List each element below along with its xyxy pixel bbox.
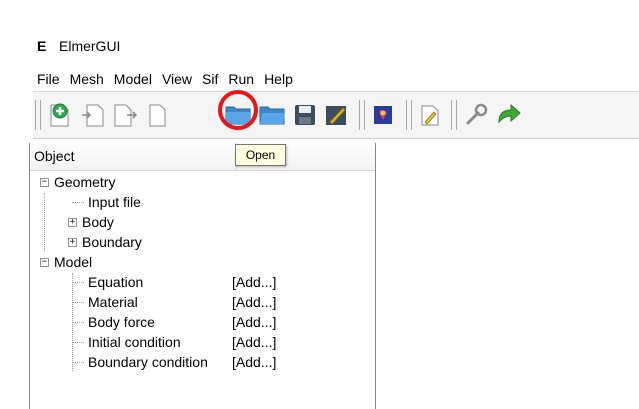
toolbar-grip[interactable] [35,100,41,130]
tree-item-model[interactable]: − Model [40,252,92,272]
add-body-force-link[interactable]: [Add...] [232,312,276,332]
menu-bar: File Mesh Model View Sif Run Help [33,67,639,92]
tree-item-label: Boundary condition [88,354,208,370]
toolbar [33,92,639,139]
menu-sif[interactable]: Sif [197,68,223,90]
tree-item-body-force[interactable]: Body force [Add...] [72,312,372,332]
menu-mesh[interactable]: Mesh [65,68,109,90]
edit-sif-icon [421,105,439,126]
model-icon [374,106,392,124]
tree-item-boundary-condition[interactable]: Boundary condition [Add...] [72,352,372,372]
open-folder-icon [259,106,285,125]
column-header-object[interactable]: Object [30,143,237,170]
settings-button[interactable] [461,100,491,130]
model-button[interactable] [368,100,398,130]
tree-branch [72,301,84,303]
tree-item-body[interactable]: + Body [68,212,114,232]
menu-run[interactable]: Run [223,68,259,90]
toolbar-separator [359,100,365,130]
tree-item-label: Body [82,214,114,230]
tree-item-input-file[interactable]: Input file [72,192,141,212]
menu-file[interactable]: File [33,68,65,90]
tree-branch [72,281,84,283]
elmer-app-icon: E [37,38,47,54]
save-project-button[interactable] [110,100,140,130]
tree-item-label: Geometry [54,174,116,190]
add-equation-link[interactable]: [Add...] [232,272,276,292]
tree-item-label: Equation [88,274,144,290]
new-project-button[interactable] [45,100,75,130]
object-tree: Object − Geometry Input file + Body + Bo… [29,143,376,409]
add-boundary-condition-link[interactable]: [Add...] [232,352,276,372]
tree-item-material[interactable]: Material [Add...] [72,292,372,312]
highlight-circle [218,90,258,130]
edit-button[interactable] [321,100,351,130]
tree-branch [72,341,84,343]
menu-view[interactable]: View [157,68,197,90]
toolbar-separator-3 [451,100,457,130]
open-project-button[interactable] [78,100,108,130]
save-project-icon [114,104,138,127]
refresh-icon [498,103,521,124]
tree-item-label: Boundary [82,234,142,250]
collapse-icon[interactable]: − [40,177,49,187]
open-project-icon [82,104,104,127]
tree-branch [72,201,84,203]
save-icon [295,105,315,125]
new-document-button[interactable] [142,100,172,130]
edit-sif-button[interactable] [415,100,445,130]
tree-item-label: Initial condition [88,334,181,350]
expand-icon[interactable]: + [68,237,77,247]
new-document-icon [149,104,166,127]
tree-item-boundary[interactable]: + Boundary [68,232,142,252]
menu-model[interactable]: Model [109,68,157,90]
tree-item-equation[interactable]: Equation [Add...] [72,272,372,292]
tree-item-label: Input file [88,194,141,210]
title-bar: E ElmerGUI [37,36,120,56]
tree-line [44,193,45,251]
edit-icon [326,106,346,125]
new-project-icon [50,103,69,127]
collapse-icon[interactable]: − [40,257,49,267]
save-button[interactable] [290,100,320,130]
tree-branch [72,321,84,323]
settings-icon [466,103,488,125]
open-tooltip: Open [235,144,286,166]
expand-icon[interactable]: + [68,217,77,227]
tree-branch [72,361,84,363]
tree-item-label: Body force [88,314,155,330]
tree-item-geometry[interactable]: − Geometry [40,172,115,192]
menu-help[interactable]: Help [259,68,298,90]
window-title: ElmerGUI [59,38,121,54]
tree-item-label: Model [54,254,93,270]
tree-item-label: Material [88,294,138,310]
tree-item-initial-condition[interactable]: Initial condition [Add...] [72,332,372,352]
refresh-button[interactable] [494,100,524,130]
tree-header: Object [30,143,375,171]
open-folder-button[interactable] [257,100,287,130]
add-material-link[interactable]: [Add...] [232,292,276,312]
add-initial-condition-link[interactable]: [Add...] [232,332,276,352]
toolbar-separator-2 [406,100,412,130]
